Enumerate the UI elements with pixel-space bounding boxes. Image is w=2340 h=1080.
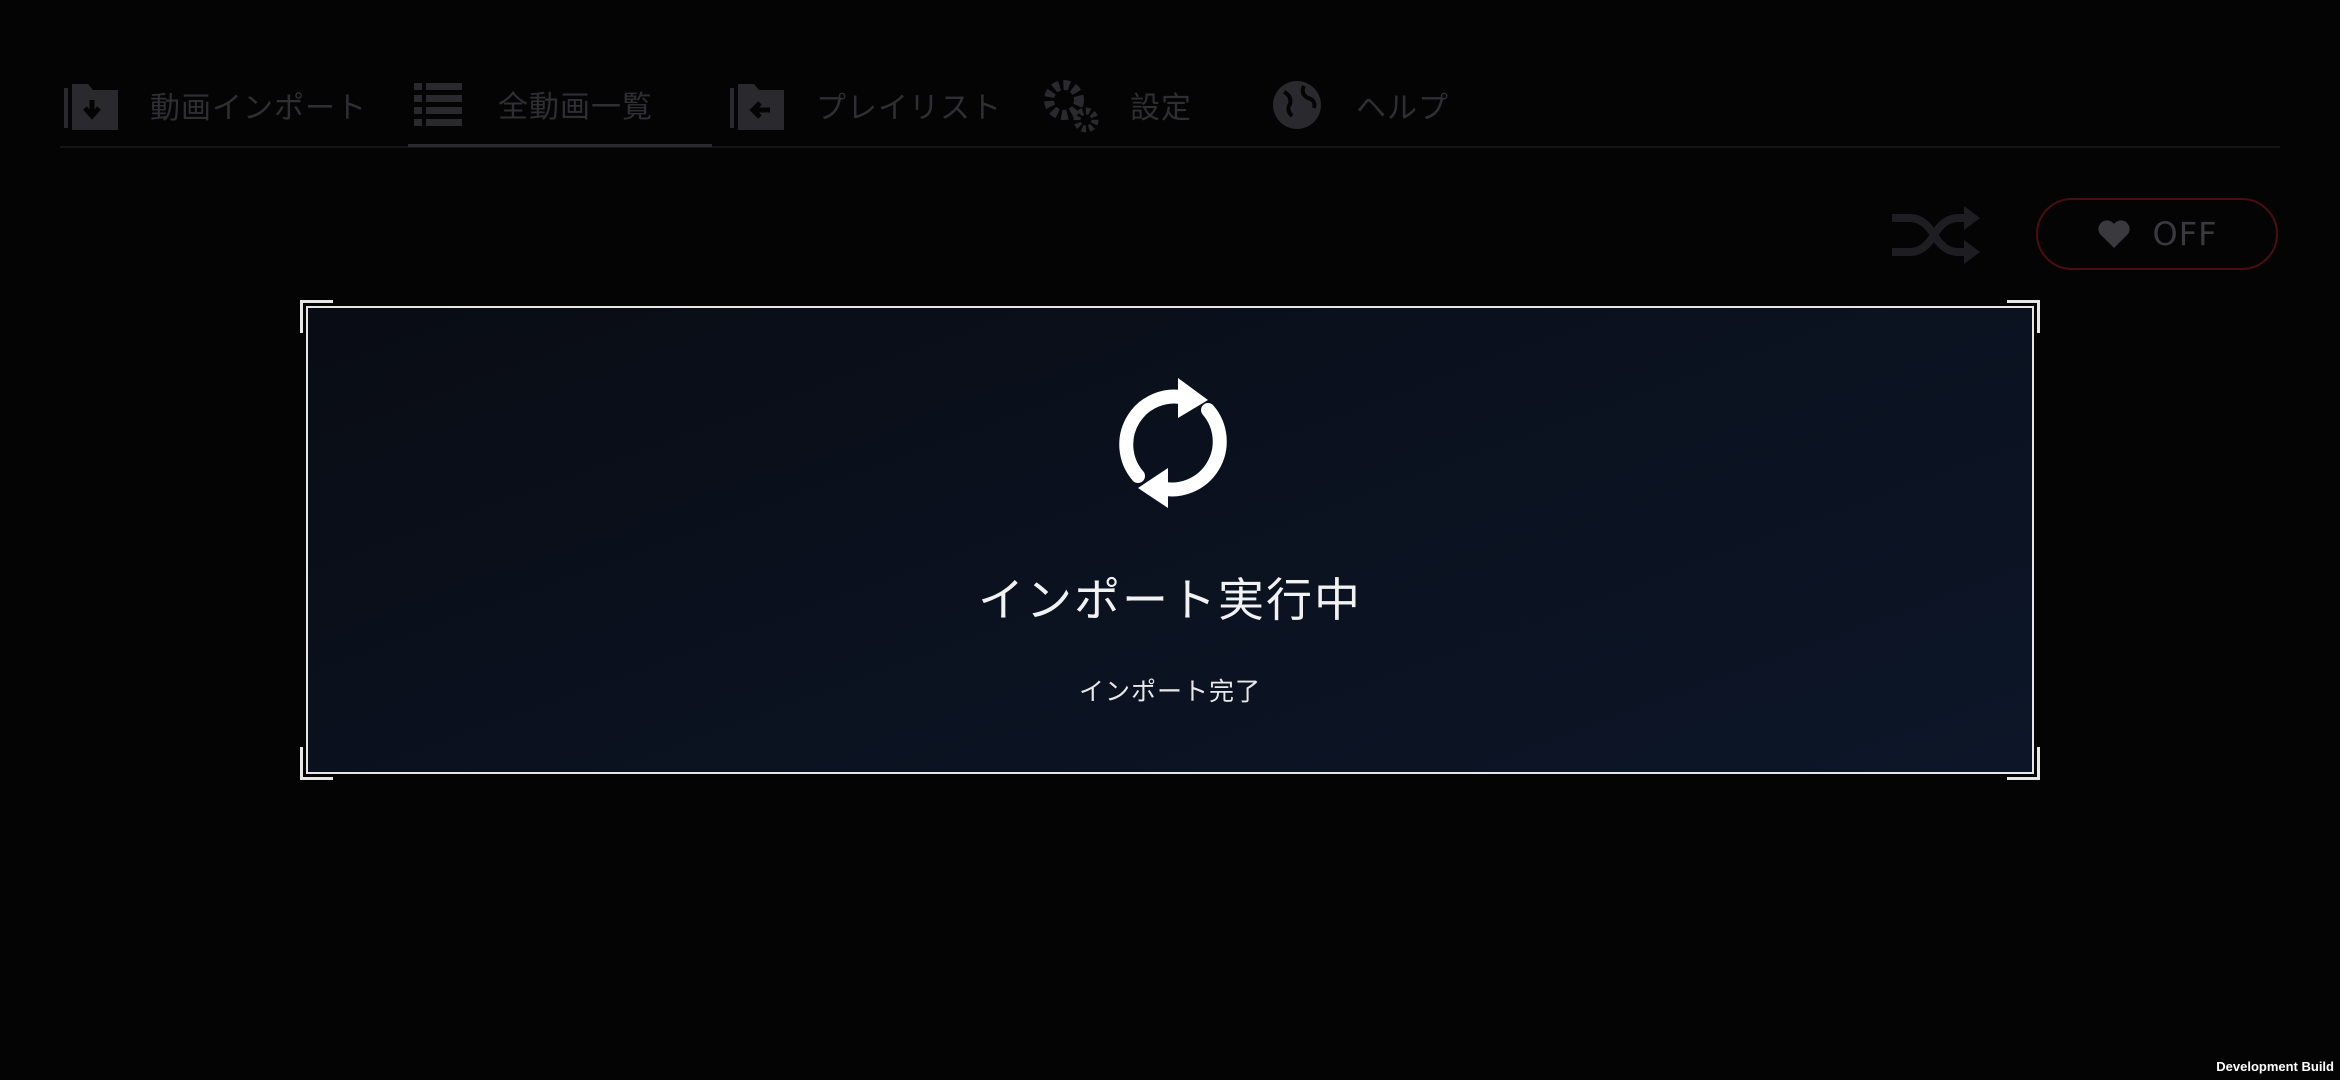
nav-item-label: プレイリスト bbox=[816, 91, 1002, 126]
favorite-toggle[interactable]: OFF bbox=[2036, 198, 2278, 270]
nav-item-label: 設定 bbox=[1130, 91, 1192, 126]
folder-playlist-icon bbox=[726, 74, 788, 136]
top-nav: 動画インポート 全動画一覧 プレイリスト 設定 ヘルプ bbox=[60, 64, 2280, 148]
nav-item-playlist[interactable]: プレイリスト bbox=[726, 64, 1002, 146]
nav-item-import[interactable]: 動画インポート bbox=[60, 64, 367, 146]
dialog-corner bbox=[2007, 300, 2040, 333]
dialog-corner bbox=[300, 747, 333, 780]
heart-icon bbox=[2097, 218, 2131, 250]
shuffle-button[interactable] bbox=[1888, 200, 1984, 270]
favorite-state-label: OFF bbox=[2152, 215, 2218, 253]
dialog-status: インポート完了 bbox=[1078, 677, 1261, 706]
app-root: 動画インポート 全動画一覧 プレイリスト 設定 ヘルプ OFF インポート実行中… bbox=[0, 0, 2340, 1080]
nav-item-label: 動画インポート bbox=[150, 91, 367, 126]
globe-icon bbox=[1266, 74, 1328, 136]
nav-item-label: ヘルプ bbox=[1356, 91, 1449, 126]
nav-item-label: 全動画一覧 bbox=[498, 90, 653, 125]
import-progress-dialog: インポート実行中 インポート完了 bbox=[300, 300, 2040, 780]
dialog-corner bbox=[300, 300, 333, 333]
gear-icon bbox=[1040, 74, 1102, 136]
dialog-title: インポート実行中 bbox=[978, 573, 1362, 627]
shuffle-icon bbox=[1892, 206, 1980, 264]
nav-item-all-videos[interactable]: 全動画一覧 bbox=[408, 64, 712, 147]
sync-icon bbox=[1108, 368, 1238, 518]
dialog-corner bbox=[2007, 747, 2040, 780]
list-icon bbox=[408, 73, 470, 135]
nav-item-help[interactable]: ヘルプ bbox=[1266, 64, 1449, 146]
nav-item-settings[interactable]: 設定 bbox=[1040, 64, 1192, 146]
build-label: Development Build bbox=[2216, 1059, 2334, 1074]
folder-import-icon bbox=[60, 74, 122, 136]
